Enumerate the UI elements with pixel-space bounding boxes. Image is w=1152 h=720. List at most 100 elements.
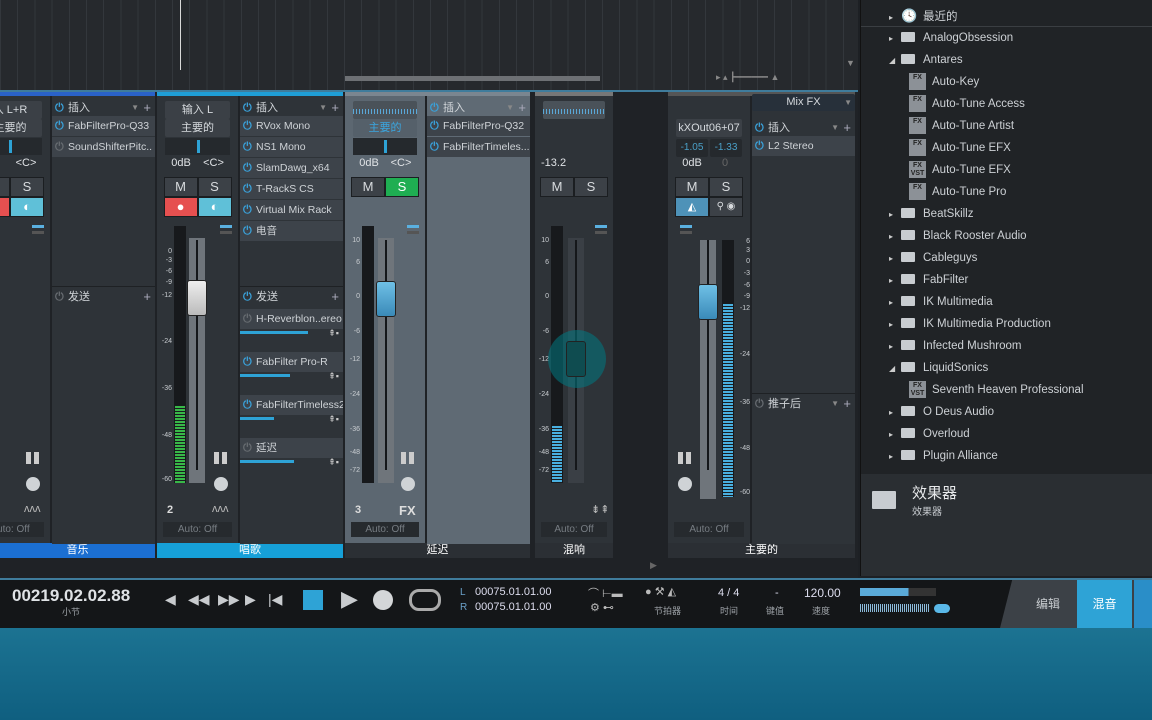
power-icon[interactable]: ⏻ (755, 119, 764, 137)
dropdown-icon[interactable]: ▼ (844, 98, 852, 107)
record-button[interactable] (373, 590, 393, 610)
send-slot[interactable]: ⏻ 延迟 (240, 438, 343, 458)
power-icon[interactable]: ⏻ (55, 99, 64, 117)
insert-slot[interactable]: ⏻ T-RackS CS (240, 179, 343, 199)
send-level-slider[interactable] (240, 417, 275, 420)
solo-button[interactable]: S (197, 177, 232, 197)
panel-toggle-icon[interactable] (32, 225, 44, 234)
add-send-icon[interactable]: + (143, 288, 151, 306)
output-selector[interactable]: 主要的 (165, 119, 230, 137)
volume-readout[interactable]: 0dB (676, 157, 708, 169)
mute-button[interactable]: M (163, 177, 198, 197)
panel-toggle-icon[interactable] (680, 225, 692, 234)
add-insert-icon[interactable]: + (143, 99, 151, 117)
browser-item-fx[interactable]: FX Auto-Tune EFX (909, 137, 1011, 159)
horizontal-scrollbar[interactable] (345, 76, 600, 81)
add-insert-icon[interactable]: + (518, 99, 526, 117)
volume-fader-cap[interactable] (376, 281, 396, 317)
loop-button[interactable] (409, 589, 441, 611)
power-icon[interactable]: ⏻ (430, 99, 439, 117)
send-pan-icon[interactable]: ⇞▪ (328, 371, 339, 382)
browser-item-folder[interactable]: ▸ Cableguys (889, 247, 977, 269)
pan-knob-icon[interactable] (678, 477, 692, 491)
play-button[interactable]: ▶ (341, 586, 358, 612)
arrange-view[interactable]: ▸ ▴ ┣━━━━━━ ▲ ▼ (0, 0, 858, 90)
browser-item-folder[interactable]: ▸ FabFilter (889, 269, 968, 291)
waveform-icon[interactable]: ᴧᴧᴧ (24, 503, 41, 515)
power-icon[interactable]: ⏻ (755, 395, 764, 413)
power-icon[interactable]: ⏻ (430, 137, 439, 157)
power-icon[interactable]: ⏻ (243, 309, 252, 329)
power-icon[interactable]: ⏻ (243, 200, 252, 220)
zoom-controls[interactable]: ▸ ▴ ┣━━━━━━ ▲ (716, 72, 779, 83)
expand-arrow-icon[interactable]: ▸ (889, 292, 901, 314)
playhead[interactable] (180, 0, 181, 70)
dropdown-icon[interactable]: ▼ (831, 395, 839, 413)
pan-slider[interactable] (0, 138, 42, 155)
expand-arrow-icon[interactable]: ▸ (889, 336, 901, 358)
stop-button[interactable] (303, 590, 323, 610)
toggle-switch[interactable] (934, 604, 950, 613)
precount-icons[interactable]: ⌒ ⊢▬ (588, 585, 623, 601)
output-selector[interactable]: kXOut06+07 (676, 119, 742, 137)
insert-slot[interactable]: ⏻ SlamDawg_x64 (240, 158, 343, 178)
monitor-button[interactable]: ◐ (197, 197, 232, 217)
browser-item-folder[interactable]: ▸ Overloud (889, 423, 970, 445)
volume-readout[interactable]: 0dB (353, 157, 385, 169)
volume-readout[interactable]: 0dB (165, 157, 197, 169)
waveform-icon[interactable]: ᴧᴧᴧ (212, 503, 229, 515)
expand-arrow-icon[interactable]: ▸ (889, 204, 901, 226)
tempo-value[interactable]: 120.00 (804, 586, 841, 600)
automation-mode[interactable]: Auto: Off (541, 522, 607, 537)
power-icon[interactable]: ⏻ (55, 288, 64, 306)
send-slot[interactable]: ⏻ FabFilter Pro-R (240, 352, 343, 372)
record-arm-button[interactable]: ● (0, 197, 10, 217)
browser-item-folder[interactable]: ▸ Black Rooster Audio (889, 225, 1027, 247)
insert-slot[interactable]: ⏻ L2 Stereo (752, 136, 855, 156)
volume-fader-cap[interactable] (698, 284, 718, 320)
solo-button[interactable]: S (709, 177, 743, 197)
send-level-slider[interactable] (240, 331, 308, 334)
scroll-down-icon[interactable]: ▼ (846, 58, 855, 68)
automation-mode[interactable]: Auto: Off (0, 522, 44, 537)
browser-item-fx[interactable]: FX Auto-Tune Access (909, 93, 1025, 115)
time-signature[interactable]: 4 / 4 (718, 587, 739, 599)
dropdown-icon[interactable]: ▼ (319, 99, 327, 117)
send-level-slider[interactable] (240, 374, 290, 377)
dropdown-icon[interactable]: ▼ (131, 99, 139, 117)
mute-button[interactable]: M (351, 177, 385, 197)
pan-knob-icon[interactable] (214, 477, 228, 491)
power-icon[interactable]: ⏻ (243, 352, 252, 372)
panel-toggle-icon[interactable] (220, 225, 232, 234)
power-icon[interactable]: ⏻ (243, 438, 252, 458)
transport-forward-icon[interactable]: ▶ (245, 591, 256, 608)
channel-name-label[interactable]: 混响 (535, 543, 613, 558)
power-icon[interactable]: ⏻ (243, 99, 252, 117)
power-icon[interactable]: ⏻ (243, 221, 252, 241)
position-display[interactable]: 00219.02.02.88 (12, 586, 130, 606)
solo-button[interactable]: S (10, 177, 44, 197)
panel-toggle-icon[interactable] (595, 225, 607, 234)
browser-item-folder[interactable]: ◢ LiquidSonics (889, 357, 988, 379)
channel-name-label[interactable]: 主要的 (668, 543, 855, 558)
power-icon[interactable]: ⏻ (243, 158, 252, 178)
browser-item-folder[interactable]: ▸ BeatSkillz (889, 203, 974, 225)
transport-rewind-icon[interactable]: ◀◀ (188, 591, 210, 608)
insert-slot[interactable]: ⏻ SoundShifterPitc.. (52, 137, 155, 157)
output-selector[interactable]: 主要的 (0, 119, 42, 137)
add-insert-icon[interactable]: + (843, 395, 851, 413)
link-icon[interactable] (214, 452, 227, 464)
add-insert-icon[interactable]: + (331, 99, 339, 117)
link-icon[interactable] (26, 452, 39, 464)
mute-button[interactable]: M (540, 177, 574, 197)
mono-button[interactable]: ⚲ ◉ (709, 197, 743, 217)
browser-item-folder[interactable]: ▸ Infected Mushroom (889, 335, 1021, 357)
add-send-icon[interactable]: + (331, 288, 339, 306)
browser-item-folder[interactable]: ▸ IK Multimedia Production (889, 313, 1051, 335)
browser-item-fx[interactable]: FX VST Seventh Heaven Professional (909, 379, 1084, 401)
browse-tab[interactable] (1134, 580, 1152, 628)
pan-readout[interactable]: 0 (709, 157, 741, 169)
pan-readout[interactable]: <C> (10, 157, 42, 169)
loop-left[interactable]: 00075.01.01.00 (475, 586, 551, 598)
volume-fader-cap[interactable] (187, 280, 207, 316)
